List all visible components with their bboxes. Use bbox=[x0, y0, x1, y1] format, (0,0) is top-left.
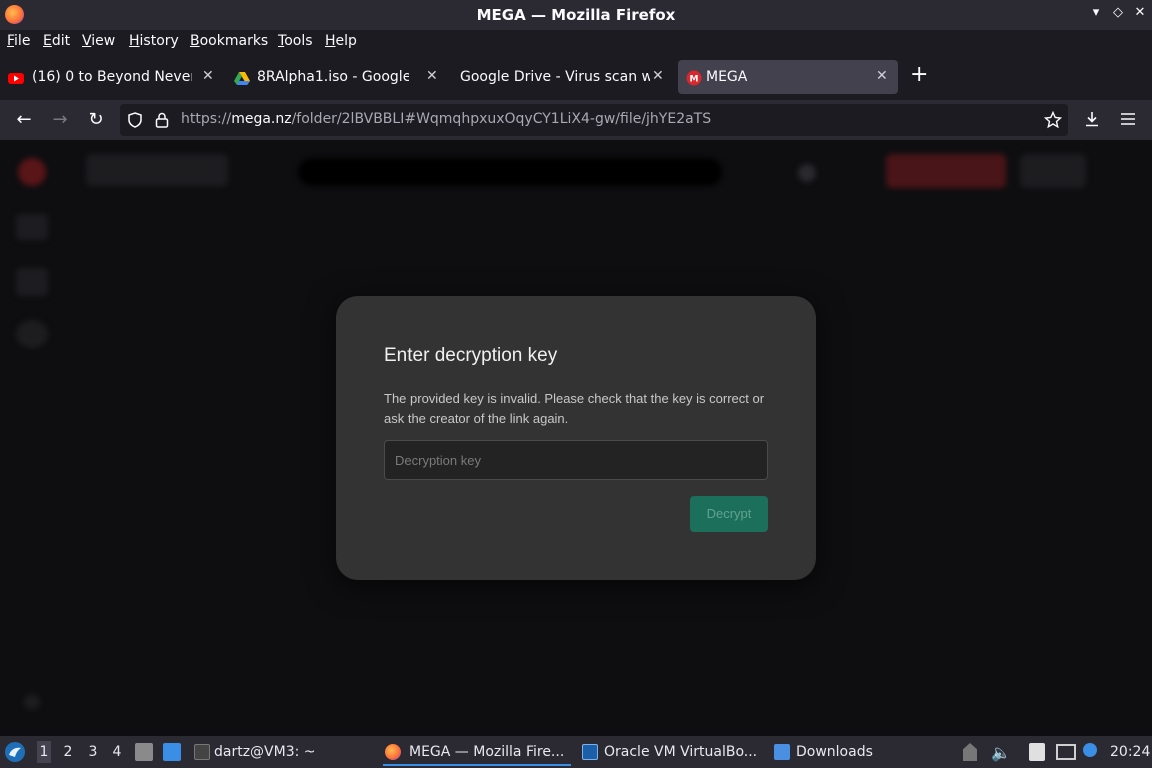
tab-virus-scan[interactable]: Google Drive - Virus scan wa ✕ bbox=[452, 60, 674, 94]
tab-close-icon[interactable]: ✕ bbox=[426, 68, 438, 84]
menu-file[interactable]: File bbox=[7, 33, 30, 49]
svg-text:M: M bbox=[690, 75, 699, 85]
dialog-title: Enter decryption key bbox=[384, 345, 558, 366]
network-icon[interactable] bbox=[1056, 744, 1076, 760]
menu-view[interactable]: View bbox=[82, 33, 115, 49]
file-manager-launcher-icon[interactable] bbox=[135, 743, 153, 761]
tab-bar: (16) 0 to Beyond Never F ✕ 8RAlpha1.iso … bbox=[0, 54, 1152, 100]
task-firefox[interactable]: MEGA — Mozilla Fire... bbox=[383, 738, 571, 766]
start-menu-icon[interactable] bbox=[4, 741, 26, 763]
new-tab-icon[interactable]: + bbox=[910, 62, 930, 88]
workspace-4[interactable]: 4 bbox=[110, 744, 124, 760]
decrypt-button[interactable]: Decrypt bbox=[690, 496, 768, 532]
virtualbox-icon bbox=[582, 744, 598, 760]
window-titlebar: MEGA — Mozilla Firefox ▾ ◇ ✕ bbox=[0, 0, 1152, 30]
workspace-3[interactable]: 3 bbox=[86, 744, 100, 760]
tab-mega[interactable]: M MEGA ✕ bbox=[678, 60, 898, 94]
clock[interactable]: 20:24 bbox=[1110, 744, 1150, 760]
cloud-drive-button bbox=[86, 154, 228, 186]
volume-icon[interactable]: 🔈 bbox=[991, 743, 1011, 762]
sidebar-folder-icon bbox=[16, 214, 48, 240]
firefox-icon bbox=[385, 744, 401, 760]
mega-logo bbox=[18, 158, 46, 186]
url-text: https://mega.nz/folder/2lBVBBLI#Wqmqhpxu… bbox=[181, 111, 712, 127]
taskbar: 1 2 3 4 dartz@VM3: ~ MEGA — Mozilla Fire… bbox=[0, 736, 1152, 768]
tab-youtube[interactable]: (16) 0 to Beyond Never F ✕ bbox=[0, 60, 222, 94]
search-bar bbox=[298, 158, 722, 186]
task-downloads[interactable]: Downloads bbox=[772, 738, 902, 766]
tab-google-drive-iso[interactable]: 8RAlpha1.iso - Google Dr ✕ bbox=[226, 60, 448, 94]
menu-tools[interactable]: Tools bbox=[278, 33, 313, 49]
navigation-bar: ← → ↻ https://mega.nz/folder/2lBVBBLI#Wq… bbox=[0, 100, 1152, 140]
tab-label: 8RAlpha1.iso - Google Dr bbox=[257, 69, 409, 85]
sidebar-photos-icon bbox=[16, 268, 48, 296]
forward-icon[interactable]: → bbox=[48, 108, 72, 132]
mega-icon: M bbox=[686, 70, 702, 86]
tab-close-icon[interactable]: ✕ bbox=[202, 68, 214, 84]
login-button bbox=[1020, 154, 1086, 188]
menu-history[interactable]: History bbox=[129, 33, 179, 49]
tab-close-icon[interactable]: ✕ bbox=[876, 68, 888, 84]
reload-icon[interactable]: ↻ bbox=[84, 108, 108, 132]
lock-icon[interactable] bbox=[155, 112, 169, 128]
hamburger-menu-icon[interactable] bbox=[1119, 110, 1137, 128]
workspace-1[interactable]: 1 bbox=[37, 741, 51, 763]
menu-bar: File Edit View History Bookmarks Tools H… bbox=[0, 30, 1152, 54]
bookmark-star-icon[interactable] bbox=[1044, 111, 1062, 129]
shield-icon[interactable] bbox=[127, 112, 143, 128]
youtube-icon bbox=[8, 73, 24, 84]
minimize-icon[interactable]: ▾ bbox=[1088, 5, 1104, 20]
google-drive-icon bbox=[234, 72, 250, 85]
page-content: Enter decryption key The provided key is… bbox=[0, 140, 1152, 736]
folder-icon bbox=[774, 744, 790, 760]
tab-label: MEGA bbox=[706, 69, 748, 85]
decryption-key-dialog: Enter decryption key The provided key is… bbox=[336, 296, 816, 580]
menu-edit[interactable]: Edit bbox=[43, 33, 70, 49]
task-terminal[interactable]: dartz@VM3: ~ bbox=[192, 738, 372, 766]
tab-label: Google Drive - Virus scan wa bbox=[460, 69, 650, 85]
back-icon[interactable]: ← bbox=[12, 108, 36, 132]
tab-label: (16) 0 to Beyond Never F bbox=[32, 69, 192, 85]
downloads-icon[interactable] bbox=[1083, 110, 1101, 128]
status-icon bbox=[798, 164, 816, 182]
close-icon[interactable]: ✕ bbox=[1132, 5, 1148, 20]
notification-icon[interactable] bbox=[1083, 743, 1097, 757]
task-virtualbox[interactable]: Oracle VM VirtualBo... bbox=[580, 738, 765, 766]
upgrade-button bbox=[886, 154, 1006, 188]
dialog-message: The provided key is invalid. Please chec… bbox=[384, 391, 765, 426]
tray-arrow-icon[interactable] bbox=[963, 743, 977, 761]
menu-bookmarks[interactable]: Bookmarks bbox=[190, 33, 268, 49]
show-desktop-icon[interactable] bbox=[163, 743, 181, 761]
maximize-icon[interactable]: ◇ bbox=[1110, 5, 1126, 20]
decryption-key-input[interactable] bbox=[384, 440, 768, 480]
clipboard-icon[interactable] bbox=[1029, 743, 1045, 761]
window-title: MEGA — Mozilla Firefox bbox=[476, 6, 676, 24]
url-bar[interactable]: https://mega.nz/folder/2lBVBBLI#Wqmqhpxu… bbox=[120, 104, 1068, 136]
workspace-2[interactable]: 2 bbox=[61, 744, 75, 760]
tab-close-icon[interactable]: ✕ bbox=[652, 68, 664, 84]
terminal-icon bbox=[194, 744, 210, 760]
menu-help[interactable]: Help bbox=[325, 33, 357, 49]
sidebar-chat-icon bbox=[16, 320, 48, 348]
sidebar-settings-icon bbox=[24, 694, 40, 710]
